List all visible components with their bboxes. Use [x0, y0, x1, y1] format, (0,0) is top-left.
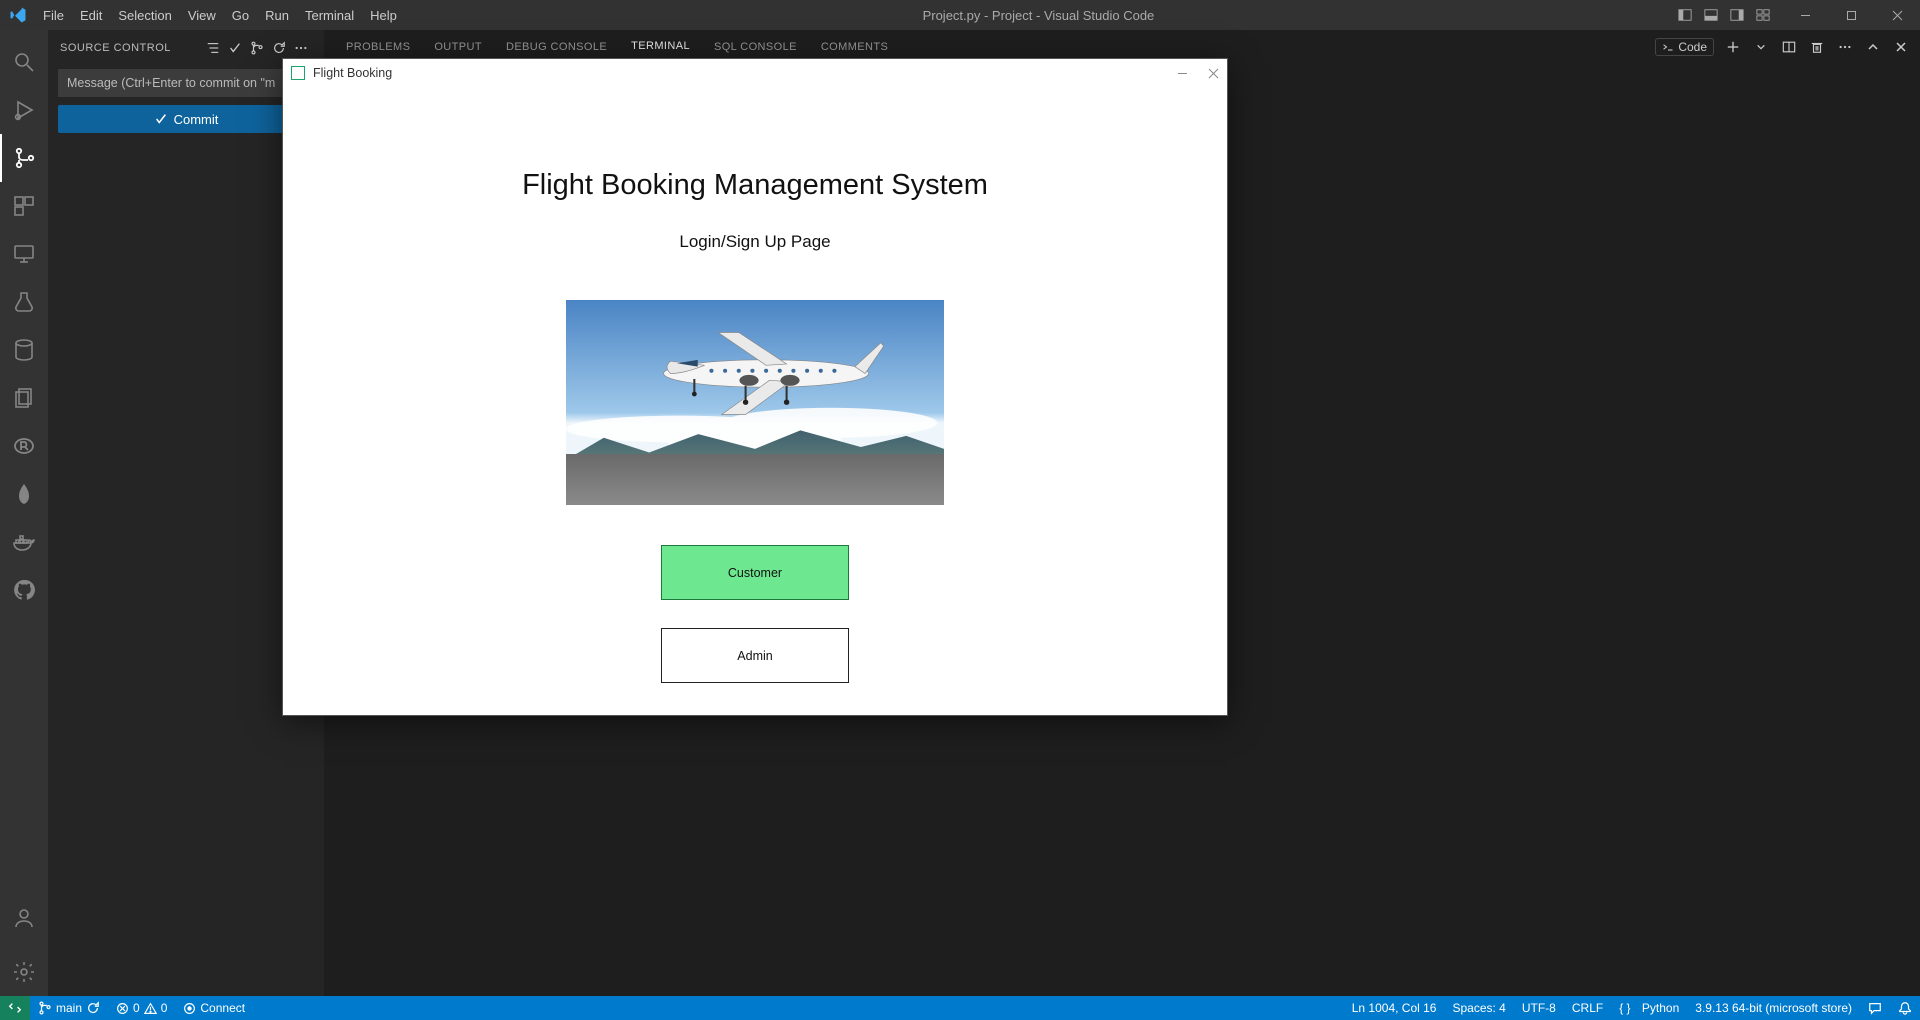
status-connect-label: Connect: [200, 1001, 245, 1015]
airplane-image: [566, 300, 944, 505]
scm-view-tree-icon[interactable]: [202, 41, 224, 55]
menu-terminal[interactable]: Terminal: [297, 8, 362, 23]
mongodb-leaf-icon[interactable]: [0, 470, 48, 518]
status-bell-icon[interactable]: [1890, 1001, 1920, 1015]
database-icon[interactable]: [0, 326, 48, 374]
menu-go[interactable]: Go: [224, 8, 257, 23]
menu-help[interactable]: Help: [362, 8, 405, 23]
status-connect[interactable]: Connect: [175, 1001, 253, 1015]
status-branch[interactable]: main: [30, 1001, 108, 1015]
status-branch-label: main: [56, 1001, 82, 1015]
tab-comments[interactable]: COMMENTS: [809, 41, 900, 53]
scm-branch-icon[interactable]: [246, 41, 268, 55]
menu-file[interactable]: File: [35, 8, 72, 23]
main-menu: File Edit Selection View Go Run Terminal…: [35, 8, 405, 23]
menu-view[interactable]: View: [180, 8, 224, 23]
status-feedback-icon[interactable]: [1860, 1001, 1890, 1015]
toggle-primary-sidebar-icon[interactable]: [1672, 0, 1698, 30]
tk-close-icon[interactable]: [1208, 68, 1219, 79]
admin-button[interactable]: Admin: [661, 628, 849, 683]
status-language-label: Python: [1642, 1001, 1679, 1015]
scm-commit-icon[interactable]: [224, 41, 246, 55]
remote-explorer-icon[interactable]: [0, 230, 48, 278]
commit-button[interactable]: Commit: [58, 105, 314, 133]
status-language[interactable]: { } Python: [1611, 1001, 1687, 1015]
menu-run[interactable]: Run: [257, 8, 297, 23]
remote-indicator[interactable]: [0, 996, 30, 1020]
tab-debug-console[interactable]: DEBUG CONSOLE: [494, 41, 619, 53]
scm-refresh-icon[interactable]: [268, 41, 290, 55]
terminal-profile-label: Code: [1678, 40, 1707, 54]
tk-window-title: Flight Booking: [313, 66, 392, 80]
window-close-icon[interactable]: [1874, 0, 1920, 30]
status-problems[interactable]: 0 0: [108, 1001, 175, 1015]
settings-gear-icon[interactable]: [0, 948, 48, 996]
search-icon[interactable]: [0, 38, 48, 86]
files-icon[interactable]: [0, 374, 48, 422]
docker-icon[interactable]: [0, 518, 48, 566]
run-debug-icon[interactable]: [0, 86, 48, 134]
accounts-icon[interactable]: [0, 894, 48, 942]
window-title: Project.py - Project - Visual Studio Cod…: [405, 8, 1672, 23]
terminal-profile-code[interactable]: Code: [1655, 38, 1714, 56]
source-control-icon[interactable]: [0, 134, 48, 182]
window-minimize-icon[interactable]: [1782, 0, 1828, 30]
close-panel-icon[interactable]: [1892, 41, 1910, 53]
tk-titlebar[interactable]: Flight Booking: [283, 59, 1227, 87]
status-spaces[interactable]: Spaces: 4: [1444, 1001, 1513, 1015]
tk-minimize-icon[interactable]: [1177, 68, 1188, 79]
testing-icon[interactable]: [0, 278, 48, 326]
title-bar: File Edit Selection View Go Run Terminal…: [0, 0, 1920, 30]
status-bar: main 0 0 Connect Ln 1004, Col 16 Spaces:…: [0, 996, 1920, 1020]
toggle-secondary-sidebar-icon[interactable]: [1724, 0, 1750, 30]
kill-terminal-icon[interactable]: [1808, 40, 1826, 54]
vscode-logo-icon: [0, 6, 35, 24]
r-language-icon[interactable]: [0, 422, 48, 470]
customize-layout-icon[interactable]: [1750, 0, 1776, 30]
new-terminal-icon[interactable]: [1724, 40, 1742, 54]
status-eol[interactable]: CRLF: [1564, 1001, 1611, 1015]
flight-booking-window: Flight Booking Flight Booking Management…: [282, 58, 1228, 716]
tk-app-icon: [291, 66, 305, 80]
menu-edit[interactable]: Edit: [72, 8, 110, 23]
maximize-panel-icon[interactable]: [1864, 41, 1882, 53]
menu-selection[interactable]: Selection: [110, 8, 179, 23]
commit-message-input[interactable]: Message (Ctrl+Enter to commit on "m: [58, 69, 314, 97]
status-interpreter[interactable]: 3.9.13 64-bit (microsoft store): [1687, 1001, 1860, 1015]
scm-title: SOURCE CONTROL: [60, 42, 202, 54]
split-terminal-icon[interactable]: [1780, 40, 1798, 54]
toggle-panel-icon[interactable]: [1698, 0, 1724, 30]
t k-subheading: Login/Sign Up Page: [679, 232, 830, 252]
status-encoding[interactable]: UTF-8: [1514, 1001, 1564, 1015]
activity-bar: [0, 30, 48, 996]
window-maximize-icon[interactable]: [1828, 0, 1874, 30]
terminal-dropdown-icon[interactable]: [1752, 42, 1770, 52]
panel-more-icon[interactable]: [1836, 40, 1854, 54]
check-icon: [154, 112, 168, 126]
github-icon[interactable]: [0, 566, 48, 614]
status-errors: 0: [133, 1001, 140, 1015]
status-ln-col[interactable]: Ln 1004, Col 16: [1344, 1001, 1445, 1015]
extensions-icon[interactable]: [0, 182, 48, 230]
commit-button-label: Commit: [174, 112, 219, 127]
customer-button[interactable]: Customer: [661, 545, 849, 600]
tab-output[interactable]: OUTPUT: [422, 41, 494, 53]
tab-problems[interactable]: PROBLEMS: [334, 41, 422, 53]
tab-sql-console[interactable]: SQL CONSOLE: [702, 41, 809, 53]
tk-heading: Flight Booking Management System: [522, 169, 988, 202]
scm-more-icon[interactable]: [290, 41, 312, 55]
status-warnings: 0: [161, 1001, 168, 1015]
